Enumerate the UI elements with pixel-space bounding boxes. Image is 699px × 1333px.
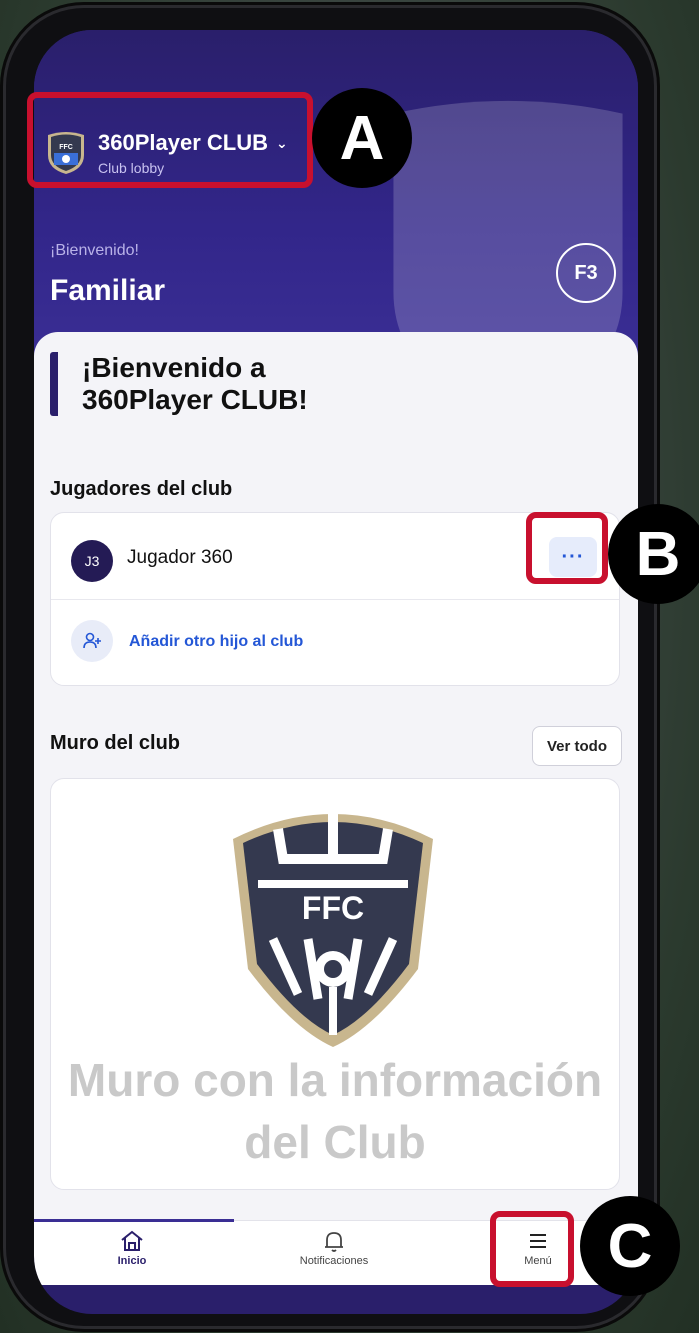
add-user-icon [71,620,113,662]
home-icon [121,1230,143,1251]
user-avatar[interactable]: F3 [556,243,616,303]
welcome-greeting: ¡Bienvenido! [50,242,139,259]
nav-label-notificaciones: Notificaciones [299,1255,369,1267]
nav-active-indicator [34,1219,234,1222]
annotation-box-c [490,1211,574,1287]
nav-item-inicio[interactable]: Inicio [72,1227,192,1267]
annotation-label-c: C [580,1196,680,1296]
player-name: Jugador 360 [127,547,233,568]
nav-label-inicio: Inicio [117,1255,147,1267]
app-screen: FFC 360Player CLUB ⌄ Club lobby ¡Bienven… [34,30,638,1314]
add-child-link[interactable]: Añadir otro hijo al club [129,633,303,651]
wall-section-title: Muro del club [50,732,180,754]
club-crest-image: FFC [233,809,433,1047]
annotation-label-a: A [312,88,412,188]
main-content: ¡Bienvenido a 360Player CLUB! Jugadores … [34,332,638,1252]
phone-frame: FFC 360Player CLUB ⌄ Club lobby ¡Bienven… [6,8,654,1326]
annotation-box-a [27,92,313,188]
see-all-button[interactable]: Ver todo [532,726,622,766]
nav-item-notificaciones[interactable]: Notificaciones [274,1227,394,1267]
wall-card: FFC Muro con la información del Club [50,778,620,1190]
annotation-box-b [526,512,608,584]
user-name: Familiar [50,274,166,307]
bell-icon [325,1232,343,1252]
hero-title: ¡Bienvenido a 360Player CLUB! [50,352,402,416]
crest-text: FFC [302,890,364,926]
add-child-row[interactable]: Añadir otro hijo al club [51,600,619,684]
players-section-title: Jugadores del club [50,478,233,500]
wall-placeholder-text: Muro con la información del Club [67,1054,603,1168]
annotation-label-b: B [608,504,699,604]
app-header: FFC 360Player CLUB ⌄ Club lobby ¡Bienven… [34,30,638,413]
player-avatar: J3 [71,540,113,582]
